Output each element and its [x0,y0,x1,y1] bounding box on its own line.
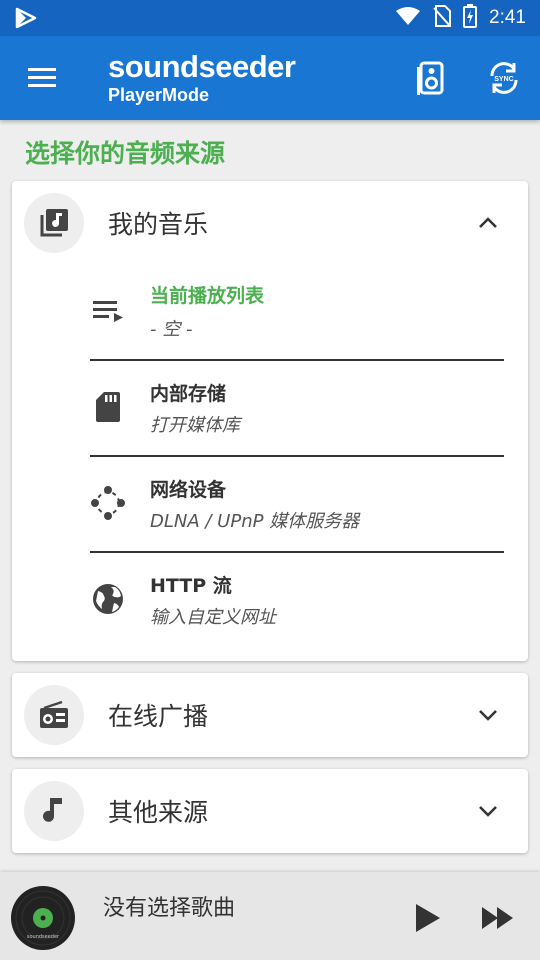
wifi-icon [395,6,421,30]
my-music-header[interactable]: 我的音乐 [12,181,528,265]
sub-item-desc: - 空 - [150,319,193,340]
other-sources-header[interactable]: 其他来源 [12,769,528,853]
sub-item-title: HTTP 流 [150,575,232,597]
other-sources-title: 其他来源 [108,798,209,827]
chevron-down-icon[interactable] [476,703,500,727]
status-bar: 2:41 [0,0,540,36]
menu-icon[interactable] [22,62,62,94]
app-name: soundseeder [108,49,296,84]
battery-charging-icon [463,4,478,32]
sub-item-title: 当前播放列表 [150,285,265,307]
radio-icon [24,685,84,745]
disc-label: soundseeder [27,934,60,940]
clock: 2:41 [489,7,526,28]
app-bar: soundseeder PlayerMode SYNC [0,36,540,120]
section-title: 选择你的音频来源 [25,139,226,168]
globe-icon [90,581,126,617]
sync-label: SYNC [494,76,513,83]
sub-item-internal-storage[interactable]: 内部存储 打开媒体库 [90,361,504,457]
other-sources-card[interactable]: 其他来源 [12,769,528,853]
sub-item-desc: 打开媒体库 [150,415,240,436]
sd-card-icon [90,389,126,425]
sub-item-desc: 输入自定义网址 [150,607,276,628]
sub-item-title: 内部存储 [150,383,227,405]
no-sim-icon [433,5,452,31]
chevron-down-icon[interactable] [476,799,500,823]
sub-item-network-devices[interactable]: 网络设备 DLNA / UPnP 媒体服务器 [90,457,504,553]
play-icon[interactable] [408,898,448,938]
speaker-icon[interactable] [412,58,452,98]
my-music-card: 我的音乐 当前播放列表 - 空 - 内部存储 打开媒体库 网络设备 DLNA /… [12,181,528,661]
mini-player: soundseeder 没有选择歌曲 [0,872,540,960]
sync-icon[interactable]: SYNC [484,58,524,98]
play-store-icon [14,7,38,33]
music-library-icon [24,193,84,253]
playlist-icon [90,293,126,329]
chevron-up-icon[interactable] [476,211,500,235]
album-art-disc[interactable]: soundseeder [10,885,76,951]
sub-item-http-stream[interactable]: HTTP 流 输入自定义网址 [90,553,504,649]
sub-item-current-playlist[interactable]: 当前播放列表 - 空 - [90,265,504,361]
fast-forward-icon[interactable] [478,898,518,938]
my-music-title: 我的音乐 [108,210,209,239]
app-brand: soundseeder PlayerMode [108,49,296,106]
app-mode: PlayerMode [108,85,210,105]
network-devices-icon [90,485,126,521]
online-radio-card[interactable]: 在线广播 [12,673,528,757]
sub-item-desc: DLNA / UPnP 媒体服务器 [150,511,360,532]
online-radio-header[interactable]: 在线广播 [12,673,528,757]
song-title: 没有选择歌曲 [103,896,236,921]
sub-item-title: 网络设备 [150,479,227,501]
online-radio-title: 在线广播 [108,702,209,731]
music-note-icon [24,781,84,841]
